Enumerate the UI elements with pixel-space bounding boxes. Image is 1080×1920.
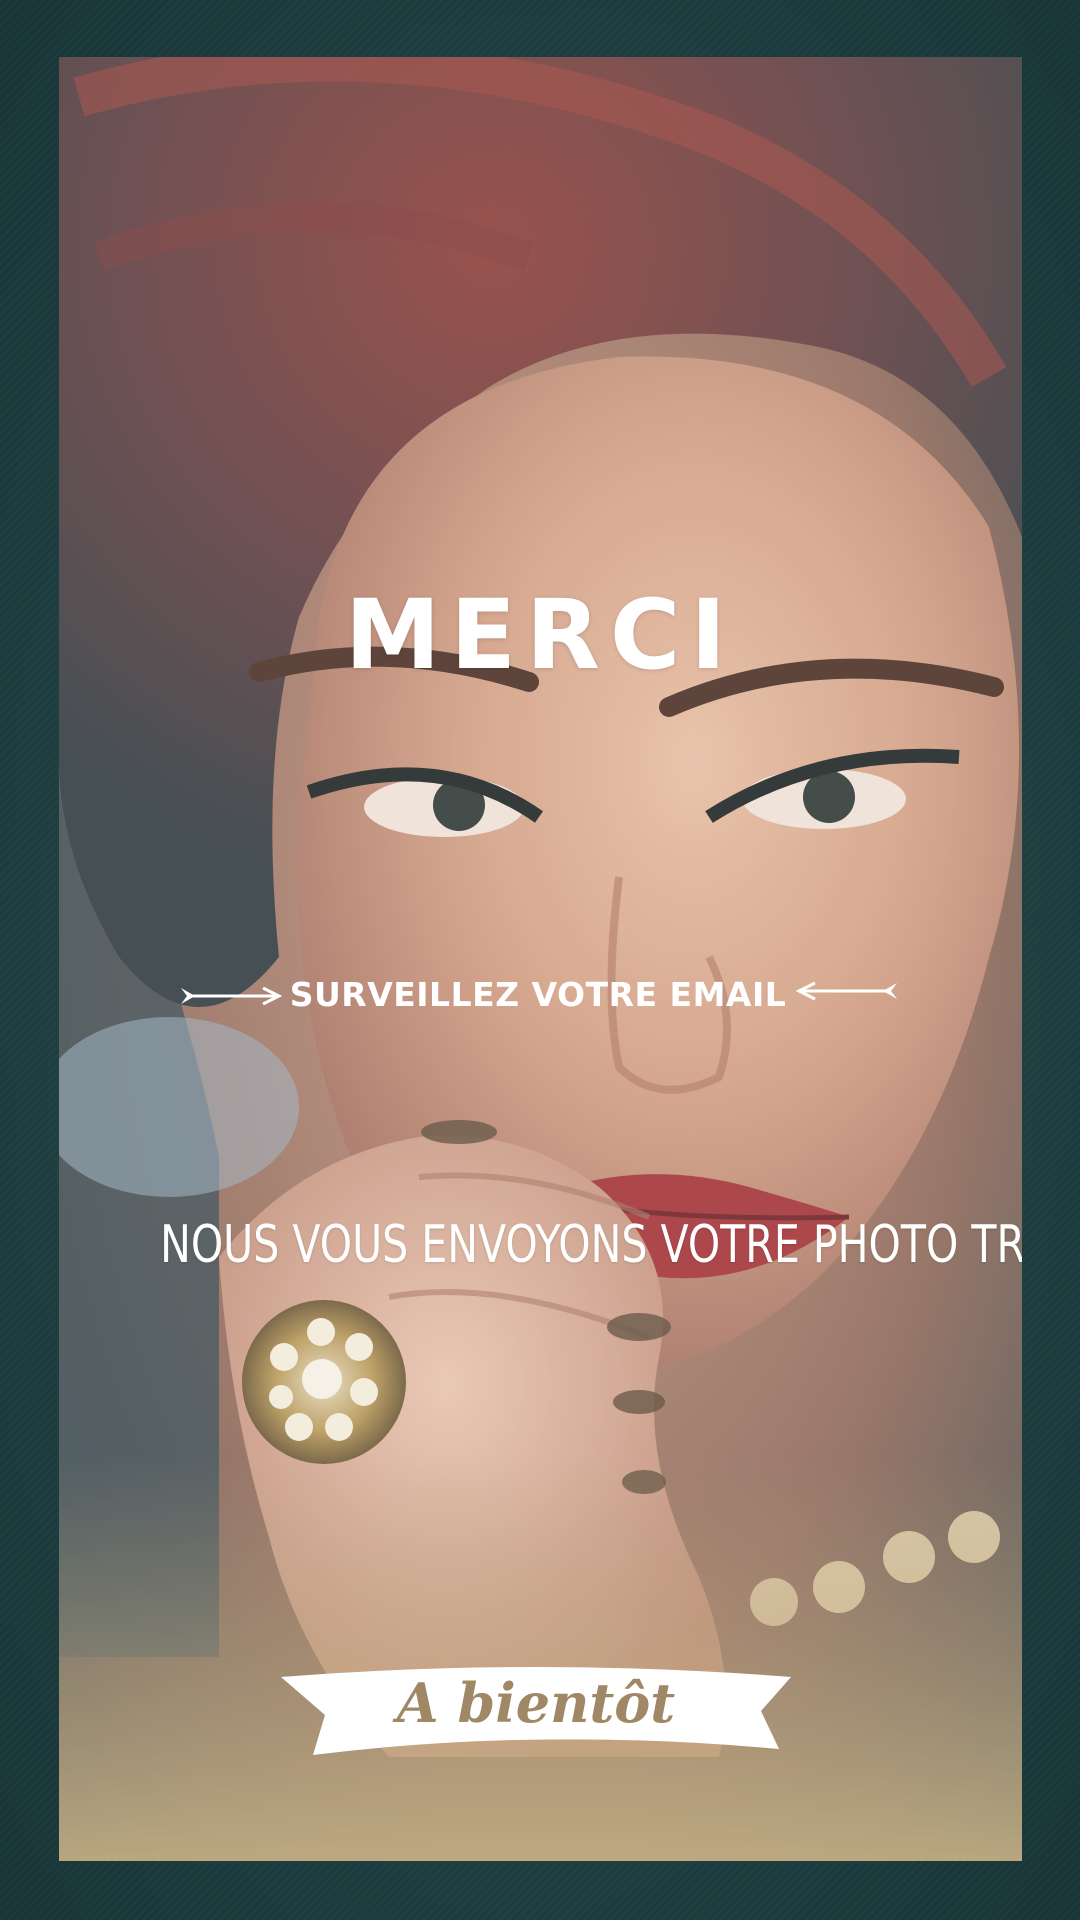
portrait-photo: [59, 57, 1022, 1861]
thank-you-title: MERCI: [344, 579, 737, 691]
photo-sending-message: NOUS VOUS ENVOYONS VOTRE PHOTO TRÈS VITE…: [160, 1215, 1022, 1275]
arrow-right-icon: [181, 986, 283, 1006]
email-prompt-row: SURVEILLEZ VOTRE EMAIL: [59, 967, 1022, 1027]
goodbye-label: A bientôt: [396, 1671, 676, 1735]
arrow-left-icon: [795, 981, 897, 1001]
watch-email-label: SURVEILLEZ VOTRE EMAIL: [289, 975, 787, 1014]
goodbye-ribbon: A bientôt: [281, 1663, 791, 1755]
photo-panel: MERCI SURVEILLEZ VOTRE EMAIL NOUS VOUS E…: [59, 57, 1022, 1861]
